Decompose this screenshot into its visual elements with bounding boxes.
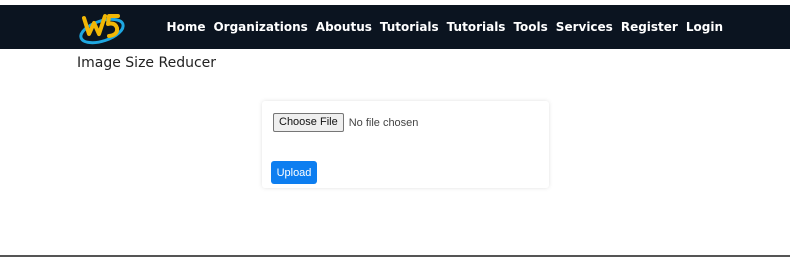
nav-login-link[interactable]: Login <box>682 20 727 34</box>
logo-icon <box>79 14 125 45</box>
file-status-text: No file chosen <box>348 116 419 129</box>
nav-aboutus-link[interactable]: Aboutus <box>312 20 376 34</box>
nav-tools-link[interactable]: Tools <box>509 20 551 34</box>
choose-file-button[interactable]: Choose File <box>273 113 344 132</box>
nav-tutorials-link[interactable]: Tutorials <box>376 20 443 34</box>
file-input[interactable]: Choose File No file chosen <box>273 113 418 132</box>
nav-register-link[interactable]: Register <box>617 20 682 34</box>
nav-home-link[interactable]: Home <box>163 20 210 34</box>
site-logo[interactable] <box>78 10 128 46</box>
upload-card: Choose File No file chosen Upload <box>262 101 549 188</box>
nav-organizations-link[interactable]: Organizations <box>209 20 311 34</box>
nav-tutorials-link-2[interactable]: Tutorials <box>443 20 510 34</box>
page-title: Image Size Reducer <box>77 55 217 71</box>
upload-button[interactable]: Upload <box>271 161 317 184</box>
top-navbar: Home Organizations Aboutus Tutorials Tut… <box>0 5 790 49</box>
nav-services-link[interactable]: Services <box>552 20 617 34</box>
nav-links: Home Organizations Aboutus Tutorials Tut… <box>163 5 727 49</box>
